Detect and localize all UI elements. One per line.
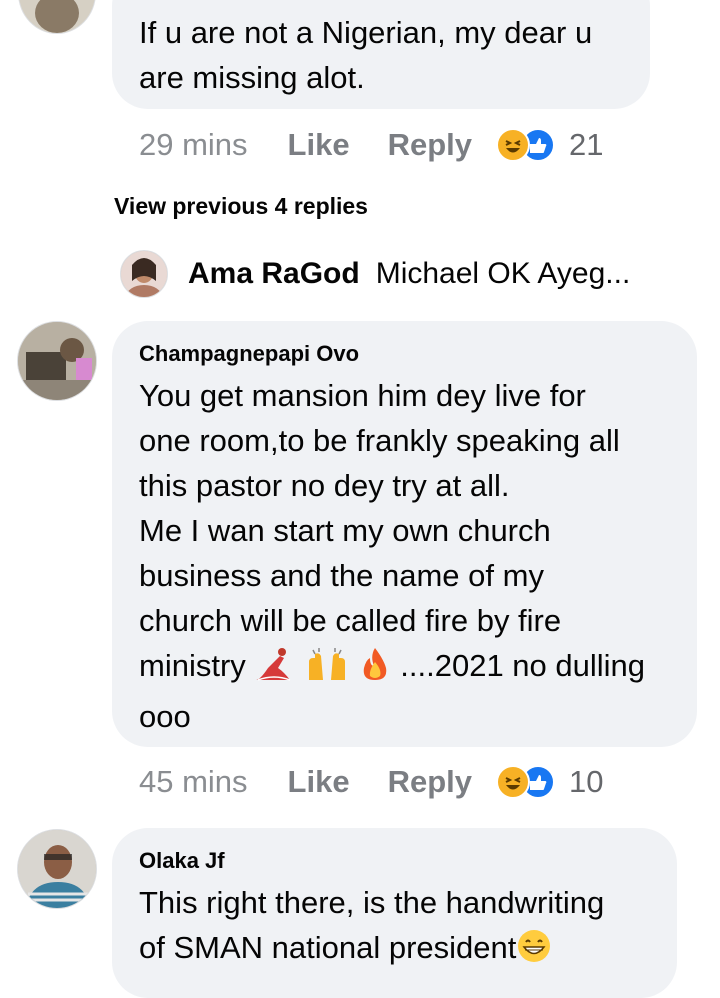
reply-author[interactable]: Ama RaGod [188,257,360,291]
comment-text-fragment: of SMAN national president [139,930,517,965]
reply-button[interactable]: Reply [388,127,472,163]
comment-time[interactable]: 45 mins [139,764,248,800]
avatar-photo [18,322,96,400]
comment-text-line: one room,to be frankly speaking all [139,423,620,458]
avatar[interactable] [17,321,97,401]
comment-author[interactable]: Champagnepapi Ovo [139,341,697,367]
like-button[interactable]: Like [288,764,350,800]
fire-emoji [358,646,392,694]
comment-text-line: ooo [139,699,191,734]
comment-text-fragment: ....2021 no dulling [400,648,646,683]
comment-text-fragment: ministry [139,648,246,683]
avatar-photo [18,830,96,908]
reply-snippet: Michael OK Ayeg... [375,257,631,290]
comment-bubble: If u are not a Nigerian, my dear u are m… [112,0,650,109]
avatar[interactable] [18,0,96,34]
comment-time[interactable]: 29 mins [139,127,248,163]
comment-author[interactable]: Olaka Jf [139,848,677,874]
comment-text-line: church will be called fire by fire [139,603,562,638]
comment-text-line: This right there, is the handwriting [139,885,605,920]
view-previous-replies-link[interactable]: View previous 4 replies [114,193,368,220]
haha-reaction-icon [496,128,530,162]
grinning-emoji [516,928,552,976]
reactions-summary[interactable] [496,128,555,162]
reactions-summary[interactable] [496,765,555,799]
reply-avatar-photo [121,251,167,297]
comment-meta: 29 mins Like Reply 21 [139,125,603,165]
comment-text-line: You get mansion him dey live for [139,378,586,413]
raised-hands-emoji [305,646,349,694]
reaction-count[interactable]: 21 [569,127,603,163]
comment-text-line: business and the name of my [139,558,544,593]
dancer-emoji [254,646,296,694]
avatar[interactable] [17,829,97,909]
reply-avatar [120,250,168,298]
like-button[interactable]: Like [288,127,350,163]
haha-reaction-icon [496,765,530,799]
comment-bubble: Champagnepapi Ovo You get mansion him de… [112,321,697,747]
reply-preview[interactable]: Ama RaGod Michael OK Ayeg... [120,248,630,300]
comment-text-line: Me I wan start my own church [139,513,551,548]
reply-button[interactable]: Reply [388,764,472,800]
avatar-photo [19,0,95,33]
reaction-count[interactable]: 10 [569,764,603,800]
comment-text-line: If u are not a Nigerian, my dear u [139,15,593,50]
comment-text-line: are missing alot. [139,60,365,95]
comment-bubble: Olaka Jf This right there, is the handwr… [112,828,677,998]
comment-text-line-emoji: ministry ....2021 no dulling [139,643,697,694]
comment-text-line: this pastor no dey try at all. [139,468,510,503]
comment-text-line-emoji: of SMAN national president [139,925,677,976]
comment-meta: 45 mins Like Reply 10 [139,762,603,802]
